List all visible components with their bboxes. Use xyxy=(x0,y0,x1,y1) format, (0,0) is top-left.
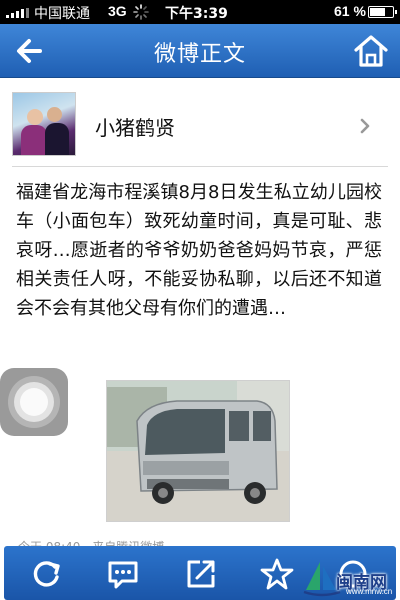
forward-icon[interactable] xyxy=(182,556,220,592)
clock: 下午3:39 xyxy=(165,6,228,22)
battery-icon xyxy=(368,6,397,18)
author-name[interactable]: 小猪鹤贤 xyxy=(95,112,175,141)
comment-icon[interactable] xyxy=(104,556,142,592)
refresh-icon[interactable] xyxy=(28,556,66,592)
nav-bar: 微博正文 xyxy=(0,24,400,78)
star-icon[interactable] xyxy=(258,556,296,592)
home-icon[interactable] xyxy=(350,33,392,69)
divider xyxy=(12,166,388,167)
status-bar: 中国联通 3G 下午3:39 61 % xyxy=(0,0,400,24)
assistive-touch-button[interactable] xyxy=(0,368,68,436)
watermark-logo: 闽南网 www.mnw.cn xyxy=(300,556,400,600)
page-title: 微博正文 xyxy=(153,42,246,67)
carrier-name: 中国联通 xyxy=(34,6,90,22)
watermark-url: www.mnw.cn xyxy=(346,587,393,596)
chevron-right-icon[interactable] xyxy=(356,116,374,136)
network-type: 3G xyxy=(108,3,127,19)
avatar[interactable] xyxy=(12,92,76,156)
van-photo xyxy=(107,381,289,521)
post-image[interactable] xyxy=(106,380,290,522)
activity-spinner-icon xyxy=(133,4,149,20)
signal-strength-icon xyxy=(6,8,29,18)
battery-percent: 61 % xyxy=(334,3,366,19)
author-row[interactable]: 小猪鹤贤 xyxy=(0,84,400,166)
post-text: 福建省龙海市程溪镇8月8日发生私立幼儿园校车（小面包车）致死幼童时间，真是可耻、… xyxy=(16,182,382,319)
